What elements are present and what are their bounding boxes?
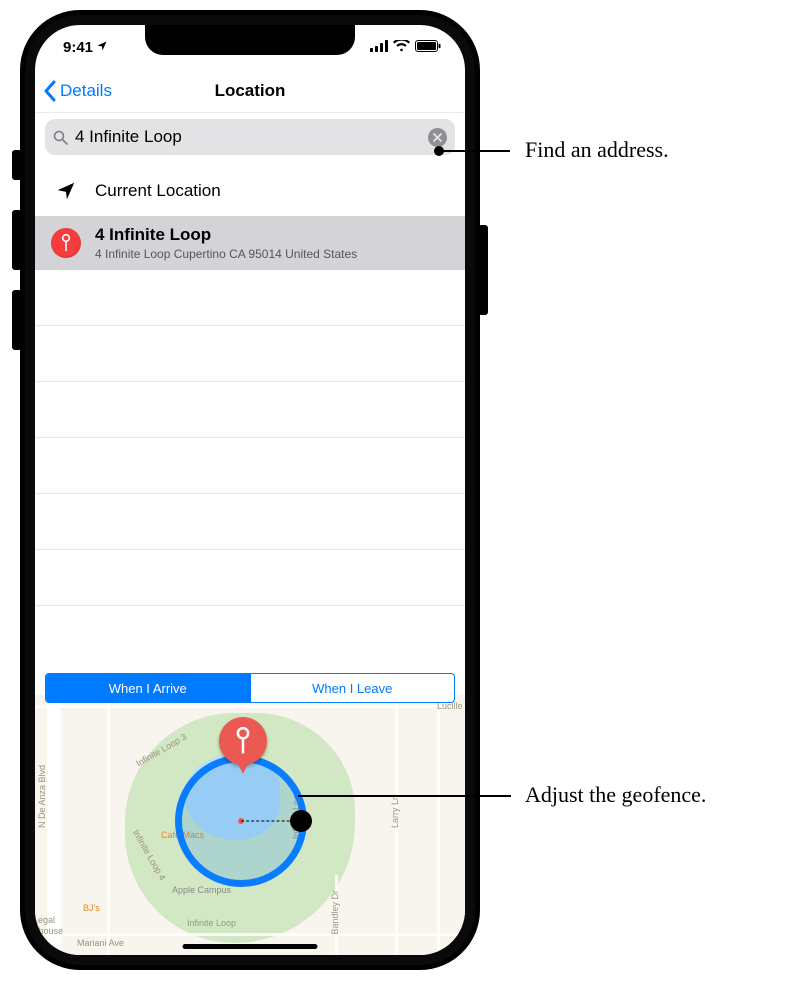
nav-bar: Details Location [35, 69, 465, 113]
map-road [35, 705, 465, 708]
battery-icon [415, 39, 441, 56]
wifi-icon [393, 39, 410, 56]
map-label: N De Anza Blvd [37, 765, 47, 828]
list-item [35, 326, 465, 382]
map-label: ewhouse [35, 926, 63, 936]
list-item [35, 382, 465, 438]
result-subtitle: 4 Infinite Loop Cupertino CA 95014 Unite… [95, 247, 357, 261]
map-pin-icon [219, 717, 267, 765]
clear-search-button[interactable] [428, 128, 447, 147]
map-label: Apple Campus [172, 885, 231, 895]
callout-connector [298, 795, 511, 797]
segment-when-i-arrive[interactable]: When I Arrive [46, 674, 250, 702]
map-label: Mariani Ave [77, 938, 124, 948]
list-item [35, 494, 465, 550]
map-road [437, 695, 440, 955]
current-location-row[interactable]: Current Location [35, 165, 465, 217]
search-result-row[interactable]: 4 Infinite Loop 4 Infinite Loop Cupertin… [35, 217, 465, 270]
map-road [35, 933, 465, 936]
map-label: Legal [35, 915, 55, 925]
arrival-mode-segmented: When I Arrive When I Leave [45, 673, 455, 703]
segment-label: When I Leave [312, 681, 392, 696]
page-title: Location [215, 81, 286, 101]
home-indicator[interactable] [183, 944, 318, 949]
close-icon [433, 133, 442, 142]
geofence-resize-handle[interactable] [290, 810, 312, 832]
segment-label: When I Arrive [109, 681, 187, 696]
list-item [35, 270, 465, 326]
results-list: Current Location 4 Infinite Loop 4 Infin… [35, 165, 465, 606]
list-item [35, 550, 465, 606]
notch [145, 25, 355, 55]
location-services-icon [96, 40, 108, 55]
callout-adjust-geofence: Adjust the geofence. [525, 782, 706, 808]
map-label: Infinite Loop [187, 918, 236, 928]
map-label: Larry Ln [390, 795, 400, 828]
segment-when-i-leave[interactable]: When I Leave [250, 674, 455, 702]
map-label: Bandley Dr [330, 890, 340, 935]
row-title: Current Location [95, 181, 221, 201]
location-arrow-icon [51, 176, 81, 206]
callout-connector [438, 150, 510, 152]
result-title: 4 Infinite Loop [95, 225, 357, 245]
map-road [107, 695, 110, 955]
back-label: Details [60, 81, 112, 101]
callout-find-address: Find an address. [525, 137, 669, 163]
map-label: BJ's [83, 903, 100, 913]
pin-icon [51, 228, 81, 258]
cellular-signal-icon [370, 39, 388, 56]
status-time: 9:41 [63, 39, 93, 56]
search-value: 4 Infinite Loop [75, 127, 428, 147]
search-input[interactable]: 4 Infinite Loop [45, 119, 455, 155]
geofence-ring[interactable] [175, 755, 307, 887]
chevron-left-icon [43, 80, 56, 102]
back-button[interactable]: Details [43, 80, 112, 102]
map-view[interactable]: N De Anza Blvd Cafe Macs Apple Campus BJ… [35, 695, 465, 955]
search-icon [53, 130, 68, 145]
list-item [35, 438, 465, 494]
phone-frame: 9:41 [20, 10, 480, 970]
